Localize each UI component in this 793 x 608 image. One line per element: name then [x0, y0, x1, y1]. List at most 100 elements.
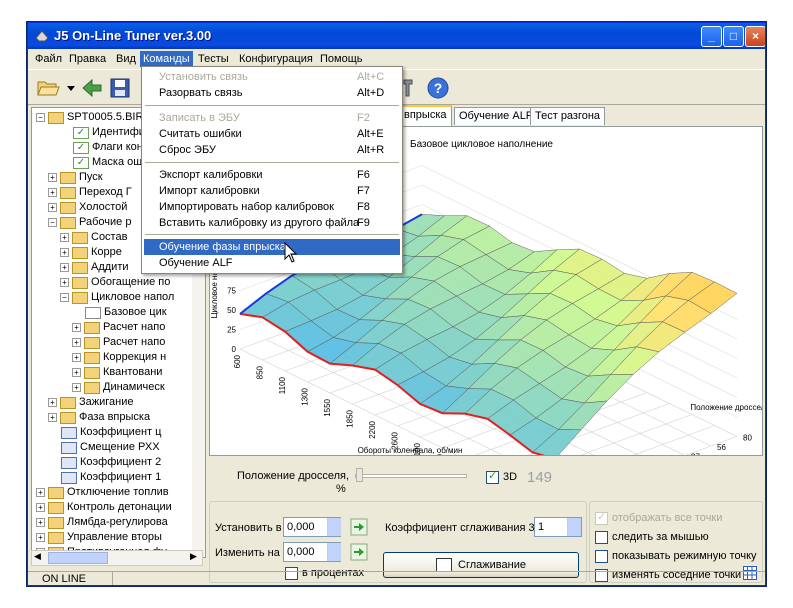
tree-item[interactable]: + Квантовани: [72, 365, 162, 380]
expand-icon[interactable]: +: [72, 353, 81, 362]
tree-item[interactable]: + Контроль детонации: [36, 500, 172, 515]
open-folder-icon[interactable]: [36, 76, 60, 100]
expand-icon[interactable]: +: [48, 188, 57, 197]
tree-item[interactable]: ✓ Флаги кон: [60, 140, 143, 155]
option-checkbox[interactable]: [595, 550, 608, 563]
tab-acceleration-test[interactable]: Тест разгона: [530, 107, 606, 125]
tree-item-label: Обогащение по: [91, 276, 171, 288]
set-value-spin[interactable]: [327, 518, 341, 536]
apply-set-icon[interactable]: [350, 518, 368, 536]
parameter-icon: [61, 426, 77, 439]
menu-file[interactable]: Файл: [32, 51, 65, 67]
expand-icon[interactable]: +: [60, 278, 69, 287]
help-icon[interactable]: ?: [426, 76, 450, 100]
tree-item[interactable]: Коэффициент ц: [48, 425, 161, 440]
collapse-icon[interactable]: −: [48, 218, 57, 227]
expand-icon[interactable]: +: [36, 503, 45, 512]
chevron-down-icon[interactable]: [66, 76, 76, 100]
tree-item[interactable]: − Рабочие р: [48, 215, 131, 230]
close-button[interactable]: ×: [745, 26, 765, 47]
tab-alf-learning[interactable]: Обучение ALF: [454, 107, 538, 125]
tree-item[interactable]: + Фаза впрыска: [48, 410, 150, 425]
menu-configuration[interactable]: Конфигурация: [236, 51, 316, 67]
tree-item[interactable]: ✓ Маска ош: [60, 155, 142, 170]
save-icon[interactable]: [108, 76, 132, 100]
menu-item[interactable]: Разорвать связь Alt+D: [144, 85, 400, 101]
smooth-coef-spin[interactable]: [567, 518, 581, 536]
tree-item[interactable]: + Зажигание: [48, 395, 134, 410]
connect-icon[interactable]: [80, 76, 104, 100]
tree-item[interactable]: + Пуск: [48, 170, 103, 185]
menu-item[interactable]: Импортировать набор калибровок F8: [144, 199, 400, 215]
menu-edit[interactable]: Правка: [66, 51, 109, 67]
throttle-slider-thumb[interactable]: [356, 468, 363, 482]
tree-item[interactable]: + Холостой: [48, 200, 127, 215]
controls-panel: Положение дросселя, % 3D 149 Установить …: [209, 456, 763, 583]
tree-item-label: Контроль детонации: [67, 501, 172, 513]
minimize-button[interactable]: _: [701, 26, 722, 47]
menu-item[interactable]: Обучение ALF: [144, 255, 400, 271]
menu-commands[interactable]: Команды: [140, 51, 193, 67]
menu-help[interactable]: Помощь: [317, 51, 366, 67]
expand-icon[interactable]: +: [60, 263, 69, 272]
expand-icon[interactable]: +: [72, 323, 81, 332]
tree-item[interactable]: + Динамическ: [72, 380, 165, 395]
expand-icon[interactable]: +: [48, 173, 57, 182]
tree-item[interactable]: + Расчет напо: [72, 320, 165, 335]
expand-icon[interactable]: +: [72, 338, 81, 347]
tree-horizontal-scrollbar[interactable]: ◀ ▶: [31, 550, 203, 566]
tab-injection-phase[interactable]: впрыска: [399, 105, 452, 126]
menu-item[interactable]: Установить связь Alt+C: [144, 69, 400, 85]
tree-item[interactable]: + Аддити: [60, 260, 129, 275]
checkbox-3d[interactable]: [486, 469, 499, 484]
expand-icon[interactable]: +: [36, 488, 45, 497]
tree-item[interactable]: + Лямбда-регулирова: [36, 515, 168, 530]
menu-tests[interactable]: Тесты: [195, 51, 232, 67]
expand-icon[interactable]: +: [60, 248, 69, 257]
expand-icon[interactable]: +: [48, 203, 57, 212]
expand-icon[interactable]: +: [60, 233, 69, 242]
menu-item[interactable]: Записать в ЭБУ F2: [144, 110, 400, 126]
collapse-icon[interactable]: −: [36, 113, 45, 122]
menu-item[interactable]: Вставить калибровку из другого файла F9: [144, 215, 400, 231]
menu-item[interactable]: Импорт калибровки F7: [144, 183, 400, 199]
collapse-icon[interactable]: −: [60, 293, 69, 302]
expand-icon[interactable]: +: [72, 383, 81, 392]
menu-item[interactable]: Обучение фазы впрыска: [144, 239, 400, 255]
tree-item[interactable]: ✓ Идентифи: [60, 125, 145, 140]
tree-item[interactable]: + Коррекция н: [72, 350, 166, 365]
option-checkbox[interactable]: [595, 510, 608, 525]
tree-item[interactable]: + Управление вторы: [36, 530, 162, 545]
set-label: Установить в: [215, 522, 282, 534]
tree-item[interactable]: Коэффициент 2: [48, 455, 161, 470]
maximize-button[interactable]: □: [723, 26, 744, 47]
expand-icon[interactable]: +: [48, 398, 57, 407]
tree-item[interactable]: Коэффициент 1: [48, 470, 161, 485]
tree-item[interactable]: + Корре: [60, 245, 122, 260]
tree-item[interactable]: + Отключение топлив: [36, 485, 169, 500]
menu-item[interactable]: Считать ошибки Alt+E: [144, 126, 400, 142]
menu-item[interactable]: Экспорт калибровки F6: [144, 167, 400, 183]
folder-icon: [60, 201, 76, 214]
tree-item[interactable]: Базовое цик: [72, 305, 167, 320]
apply-change-icon[interactable]: [350, 543, 368, 561]
title-bar: J5 On-Line Tuner ver.3.00 _ □ ×: [28, 23, 765, 49]
menu-view[interactable]: Вид: [113, 51, 139, 67]
menu-item[interactable]: Сброс ЭБУ Alt+R: [144, 142, 400, 158]
tree-item[interactable]: + Расчет напо: [72, 335, 165, 350]
expand-icon[interactable]: +: [36, 533, 45, 542]
change-value-spin[interactable]: [327, 543, 341, 561]
window-title: J5 On-Line Tuner ver.3.00: [54, 28, 212, 43]
expand-icon[interactable]: +: [48, 413, 57, 422]
tree-item[interactable]: + Состав: [60, 230, 127, 245]
expand-icon[interactable]: +: [36, 518, 45, 527]
tree-item[interactable]: + Переход Г: [48, 185, 132, 200]
expand-icon[interactable]: +: [72, 368, 81, 377]
scroll-left-icon[interactable]: ◀: [34, 551, 41, 562]
tree-item[interactable]: − Цикловое напол: [60, 290, 174, 305]
scroll-right-icon[interactable]: ▶: [190, 551, 197, 562]
tree-item[interactable]: Смещение РХХ: [48, 440, 160, 455]
option-checkbox[interactable]: [595, 531, 608, 544]
tree-item[interactable]: − SPT0005.5.BIR: [36, 110, 143, 125]
tree-item[interactable]: + Обогащение по: [60, 275, 170, 290]
